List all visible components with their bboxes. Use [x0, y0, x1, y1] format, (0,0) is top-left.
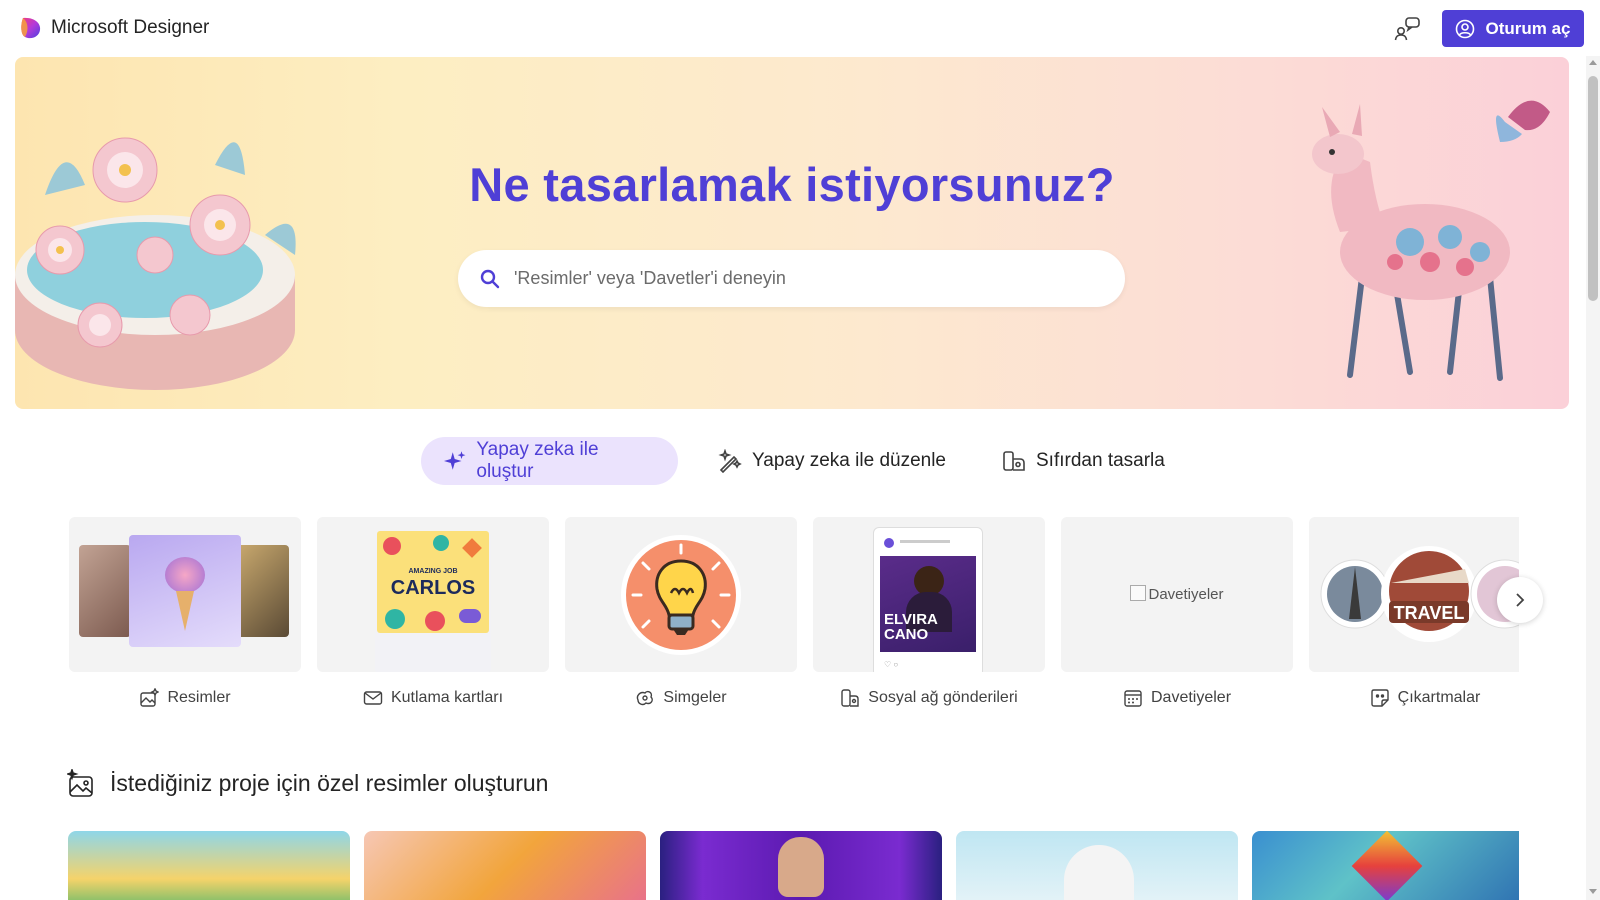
search-box[interactable] [458, 250, 1125, 307]
search-input[interactable] [514, 268, 1074, 289]
account-icon [1456, 19, 1475, 38]
carousel-next-button[interactable] [1497, 577, 1543, 623]
image-sparkle-icon [67, 769, 93, 797]
gallery-thumbnail[interactable] [364, 831, 646, 900]
social-post-icon [841, 689, 859, 707]
category-label: Davetiyeler [1061, 688, 1293, 708]
scroll-thumb[interactable] [1588, 76, 1598, 301]
page-scrollbar[interactable] [1586, 56, 1600, 900]
icon-shapes-icon [637, 690, 654, 706]
section-heading: İstediğiniz proje için özel resimler olu… [67, 769, 548, 798]
scroll-down-arrow-icon[interactable] [1589, 889, 1597, 894]
paper-deer-illustration [1312, 100, 1550, 381]
category-card[interactable]: ELVIRA CANO ♡ ○ [813, 517, 1045, 672]
category-card[interactable]: AMAZING JOB CARLOS [317, 517, 549, 672]
category-label: Çıkartmalar [1309, 688, 1519, 708]
section-title: İstediğiniz proje için özel resimler olu… [110, 770, 549, 796]
feedback-button[interactable] [1394, 16, 1422, 42]
hero-banner: Ne tasarlamak istiyorsunuz? [15, 57, 1569, 409]
mail-icon [363, 691, 383, 705]
tab-label: Yapay zeka ile düzenle [752, 450, 946, 471]
tab-label: Sıfırdan tasarla [1036, 450, 1165, 471]
design-icon [1003, 451, 1025, 471]
tab-label: Yapay zeka ile oluştur [476, 439, 599, 482]
greeting-card-image: AMAZING JOB CARLOS [377, 531, 489, 633]
mode-tabs: Yapay zeka ile oluştur Yapay zeka ile dü… [0, 437, 1586, 485]
category-label: Sosyal ağ gönderileri [813, 688, 1045, 708]
category-card[interactable]: TRAVEL [1309, 517, 1519, 672]
category-card[interactable]: Davetiyeler [1061, 517, 1293, 672]
sticker-icon [1370, 689, 1389, 707]
calendar-icon [1124, 690, 1142, 707]
brand[interactable]: Microsoft Designer [20, 16, 209, 40]
tab-ai-create[interactable]: Yapay zeka ile oluştur [421, 437, 678, 485]
travel-sticker-image: TRAVEL [1320, 546, 1519, 642]
sign-in-label: Oturum aç [1485, 18, 1571, 38]
category-label: Resimler [69, 688, 301, 708]
lightbulb-image [621, 535, 741, 655]
category-label: Simgeler [565, 688, 797, 708]
category-card[interactable] [69, 517, 301, 672]
broken-image-placeholder: Davetiyeler [1061, 585, 1293, 603]
category-stickers[interactable]: TRAVEL Çıkartmalar [1309, 517, 1519, 708]
image-sparkle-icon [140, 688, 160, 707]
svg-text:TRAVEL: TRAVEL [1394, 603, 1465, 623]
gallery-thumbnail[interactable] [1252, 831, 1519, 900]
category-greeting-cards[interactable]: AMAZING JOB CARLOS Kutlama kartları [317, 517, 549, 708]
chevron-right-icon [1516, 593, 1525, 607]
feedback-icon [1394, 17, 1420, 41]
ice-cream-image [129, 535, 241, 647]
category-invitations[interactable]: Davetiyeler Davetiyeler [1061, 517, 1293, 708]
search-icon [480, 269, 500, 288]
category-social-posts[interactable]: ELVIRA CANO ♡ ○ Sosyal ağ gönderileri [813, 517, 1045, 708]
sign-in-button[interactable]: Oturum aç [1442, 10, 1584, 47]
social-post-image: ELVIRA CANO ♡ ○ [873, 527, 983, 672]
tab-design-from-scratch[interactable]: Sıfırdan tasarla [1002, 437, 1165, 485]
category-label: Kutlama kartları [317, 688, 549, 708]
image-gallery [68, 831, 1519, 900]
app-name: Microsoft Designer [51, 17, 210, 38]
top-bar: Microsoft Designer Oturum aç [0, 0, 1586, 56]
scroll-up-arrow-icon[interactable] [1589, 60, 1597, 65]
sparkle-icon [443, 451, 466, 470]
flower-island-illustration [15, 137, 296, 390]
category-icons[interactable]: Simgeler [565, 517, 797, 708]
gallery-thumbnail[interactable] [68, 831, 350, 900]
designer-logo-icon [21, 17, 41, 39]
category-card[interactable] [565, 517, 797, 672]
gallery-thumbnail[interactable] [660, 831, 942, 900]
category-images[interactable]: Resimler [69, 517, 301, 708]
tab-ai-edit[interactable]: Yapay zeka ile düzenle [718, 437, 946, 485]
magic-wand-icon [718, 449, 742, 473]
category-carousel: Resimler AMAZING JOB CARLOS Kutlama kart… [69, 517, 1519, 717]
gallery-thumbnail[interactable] [956, 831, 1238, 900]
